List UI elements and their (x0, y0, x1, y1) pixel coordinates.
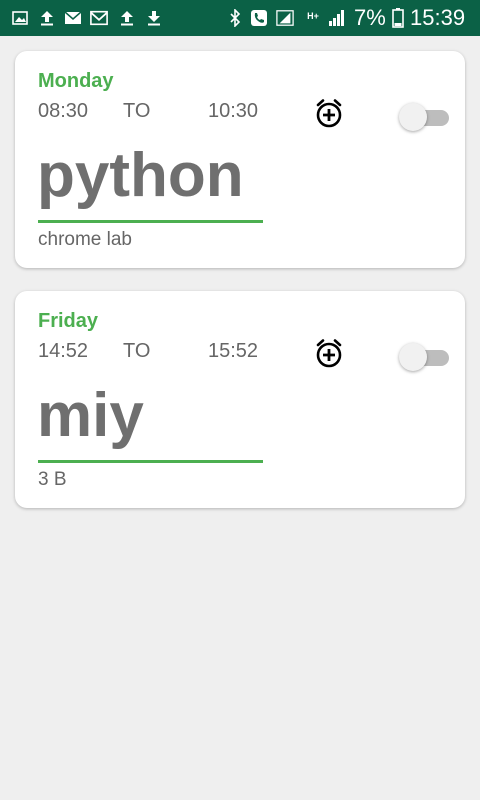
alarm-add-icon[interactable] (313, 97, 345, 129)
image-notification-icon (11, 9, 29, 27)
to-label: TO (123, 340, 151, 362)
schedule-card[interactable]: Friday 14:52 TO 15:52 miy 3 B (15, 291, 465, 508)
gmail-icon (90, 9, 108, 27)
alarm-toggle[interactable] (399, 102, 449, 132)
to-label: TO (123, 100, 151, 122)
subject-name: python (37, 141, 244, 210)
subject-underline (38, 460, 263, 463)
call-icon (250, 9, 268, 27)
start-time[interactable]: 14:52 (38, 340, 88, 363)
alarm-toggle[interactable] (399, 342, 449, 372)
start-time[interactable]: 08:30 (38, 100, 88, 123)
alarm-add-icon[interactable] (313, 337, 345, 369)
day-label: Monday (38, 70, 114, 92)
end-time[interactable]: 15:52 (208, 340, 258, 363)
battery-percent: 7% (354, 5, 386, 30)
bluetooth-icon (226, 9, 244, 27)
room-label: 3 B (38, 469, 67, 490)
status-bar: H+ 7% 15:39 (0, 0, 480, 36)
status-time: 15:39 (410, 5, 466, 30)
day-label: Friday (38, 310, 99, 332)
room-label: chrome lab (38, 229, 132, 250)
toggle-thumb (399, 343, 427, 371)
toggle-thumb (399, 103, 427, 131)
email-icon (64, 9, 82, 27)
upload-icon (118, 9, 136, 27)
end-time[interactable]: 10:30 (208, 100, 258, 123)
schedule-card[interactable]: Monday 08:30 TO 10:30 python chrome lab (15, 51, 465, 268)
battery-icon (389, 8, 407, 28)
network-type-label: H+ (307, 11, 319, 21)
download-icon (145, 9, 163, 27)
upload-icon (38, 9, 56, 27)
signal-icon (276, 9, 294, 27)
subject-name: miy (37, 381, 144, 450)
subject-underline (38, 220, 263, 223)
signal-icon (328, 9, 346, 27)
